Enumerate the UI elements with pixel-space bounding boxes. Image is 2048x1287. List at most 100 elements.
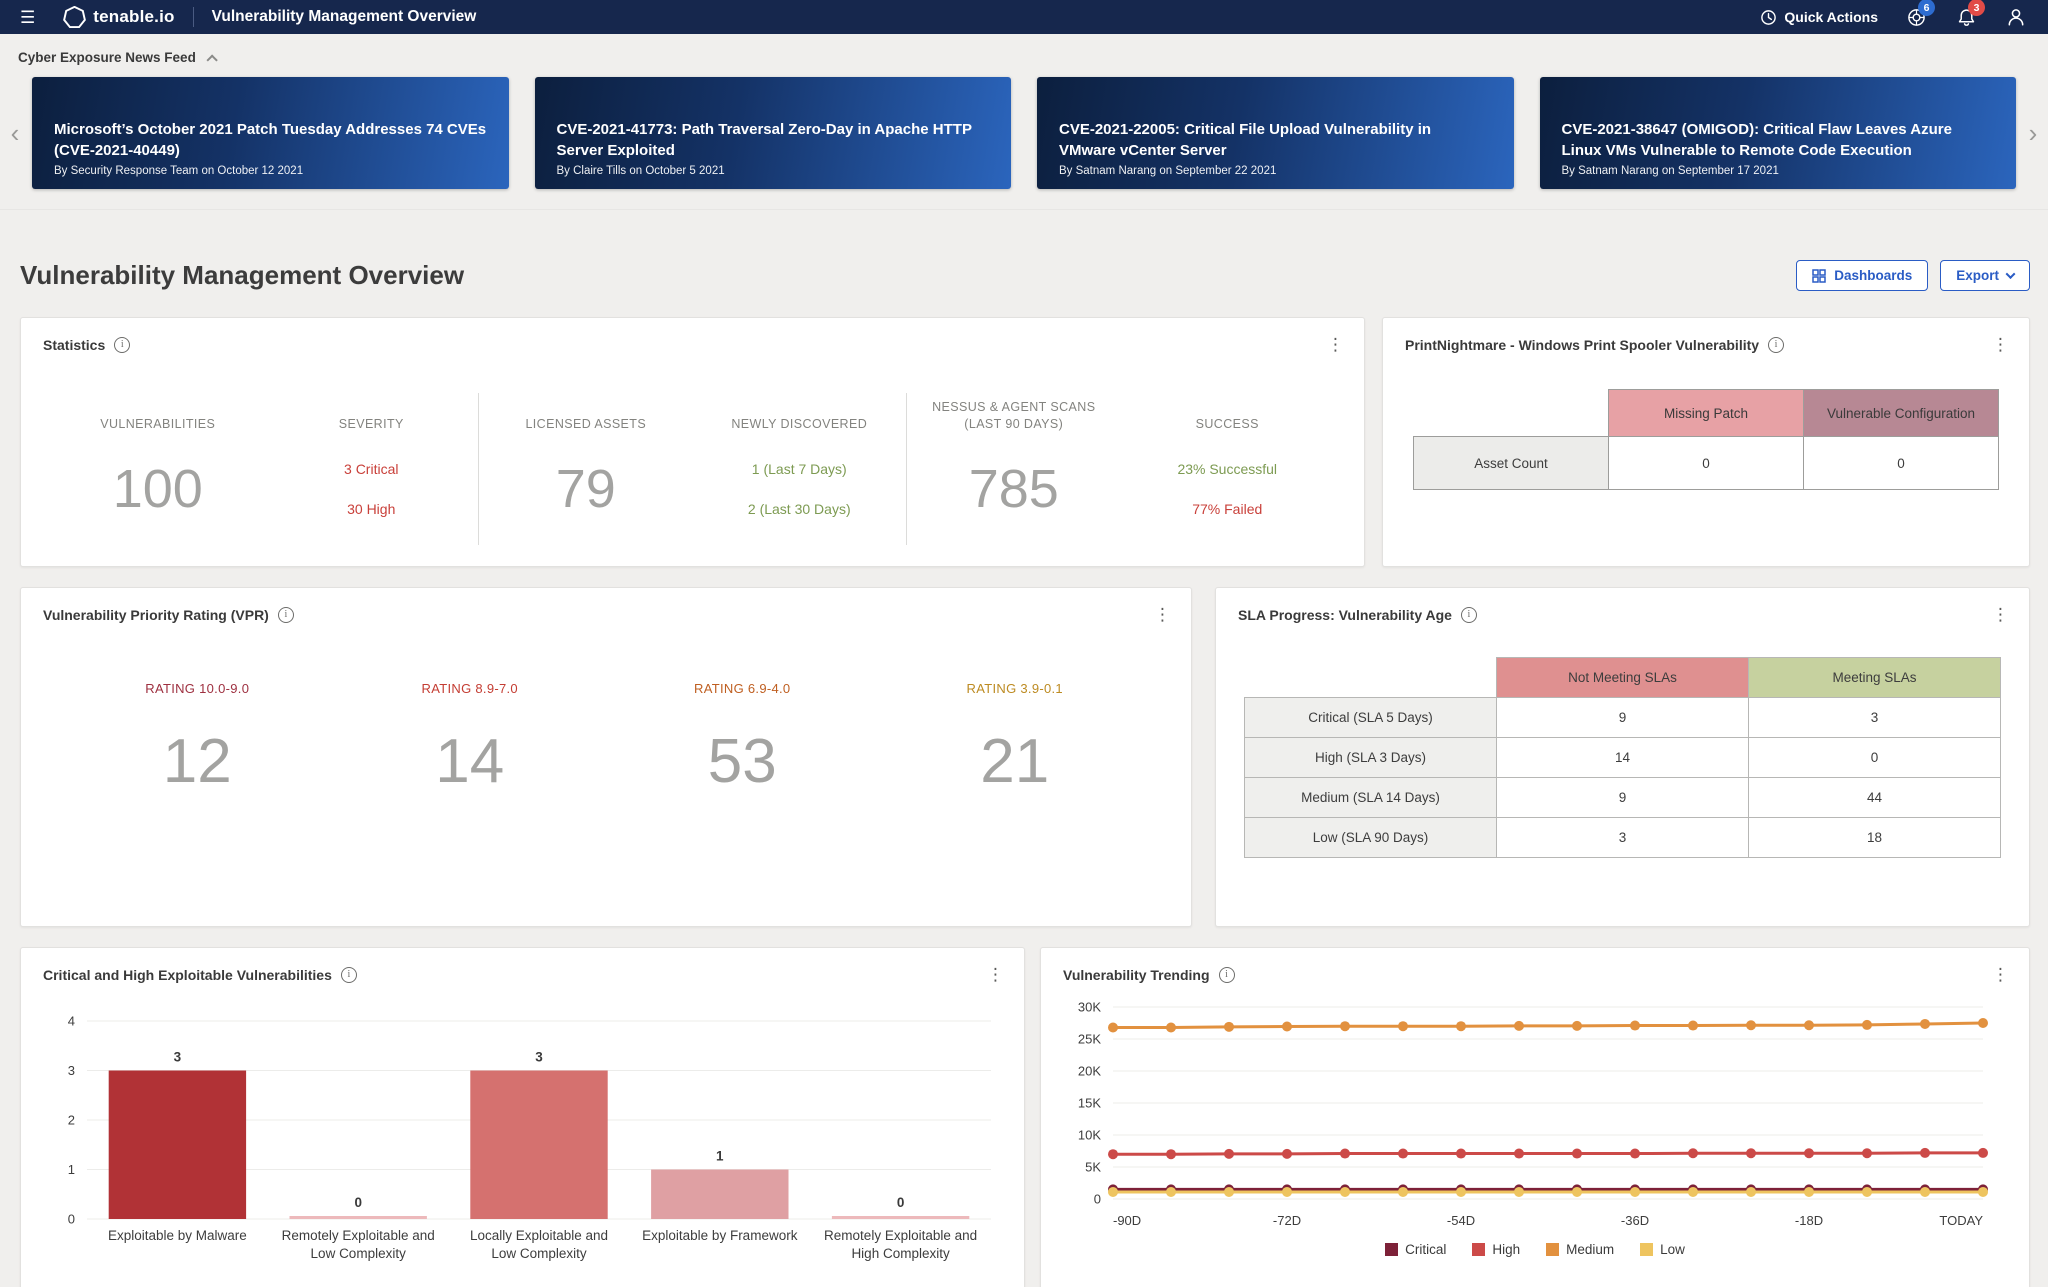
info-icon[interactable]: i	[1218, 966, 1235, 983]
news-feed-title: Cyber Exposure News Feed	[18, 50, 196, 65]
svg-text:-90D: -90D	[1113, 1213, 1141, 1228]
statistics-title: Statistics	[43, 336, 106, 353]
asset-count-vulnerable-configuration[interactable]: 0	[1803, 436, 1999, 490]
info-icon[interactable]: i	[1768, 336, 1785, 353]
news-card-byline: By Claire Tills on October 5 2021	[556, 165, 725, 177]
printnightmare-panel: PrintNightmare - Windows Print Spooler V…	[1382, 317, 2030, 567]
scans-failed-pct[interactable]: 77% Failed	[1192, 501, 1262, 517]
notifications-button[interactable]: 3	[1954, 0, 1985, 29]
vpr-rating-value[interactable]: 12	[163, 726, 232, 797]
news-card[interactable]: CVE-2021-22005: Critical File Upload Vul…	[1037, 77, 1514, 189]
quick-actions-button[interactable]: Quick Actions	[1760, 9, 1878, 26]
vpr-rating-6-4: RATING 6.9-4.0 53	[606, 681, 879, 797]
sla-table: Not Meeting SLAs Meeting SLAs Critical (…	[1244, 657, 2001, 858]
vpr-rating-label: RATING 6.9-4.0	[694, 681, 791, 696]
carousel-left-arrow[interactable]: ‹	[0, 118, 30, 149]
vuln-trending-title: Vulnerability Trending	[1063, 966, 1210, 983]
vpr-rating-value[interactable]: 53	[708, 726, 777, 797]
info-icon[interactable]: i	[1460, 606, 1477, 623]
sla-cell[interactable]: 0	[1748, 737, 2001, 778]
news-card[interactable]: CVE-2021-38647 (OMIGOD): Critical Flaw L…	[1539, 77, 2016, 189]
newly-discovered-7d[interactable]: 1 (Last 7 Days)	[752, 461, 847, 477]
svg-text:2: 2	[68, 1113, 75, 1128]
legend-swatch	[1640, 1243, 1654, 1256]
news-card[interactable]: CVE-2021-41773: Path Traversal Zero-Day …	[534, 77, 1011, 189]
sla-cell[interactable]: 14	[1496, 737, 1749, 778]
kebab-menu-icon[interactable]: ⋮	[1992, 966, 2009, 983]
collapse-chevron-icon[interactable]	[206, 53, 218, 66]
sla-cell[interactable]: 18	[1748, 817, 2001, 858]
svg-text:1: 1	[716, 1149, 724, 1164]
stat-success: SUCCESS 23% Successful 77% Failed	[1121, 393, 1335, 545]
news-card-title: CVE-2021-22005: Critical File Upload Vul…	[1059, 121, 1432, 159]
dashboards-button[interactable]: Dashboards	[1796, 260, 1929, 291]
column-header-vulnerable-configuration: Vulnerable Configuration	[1803, 389, 1999, 437]
page-title: Vulnerability Management Overview	[20, 260, 465, 290]
svg-text:-18D: -18D	[1795, 1213, 1823, 1228]
clock-icon	[1761, 9, 1777, 25]
row-label: Medium (SLA 14 Days)	[1244, 777, 1497, 818]
svg-text:Low Complexity: Low Complexity	[491, 1246, 587, 1261]
export-button[interactable]: Export	[1940, 260, 2030, 291]
stat-label: (LAST 90 DAYS)	[964, 417, 1064, 431]
table-row: Low (SLA 90 Days) 3 18	[1244, 817, 2001, 858]
scans-successful-pct[interactable]: 23% Successful	[1177, 461, 1277, 477]
kebab-menu-icon[interactable]: ⋮	[1154, 606, 1171, 623]
stat-value: 79	[555, 459, 616, 519]
info-icon[interactable]: i	[340, 966, 357, 983]
news-card-byline: By Satnam Narang on September 22 2021	[1059, 165, 1277, 177]
carousel-right-arrow[interactable]: ›	[2018, 118, 2048, 149]
sla-cell[interactable]: 44	[1748, 777, 2001, 818]
svg-text:Exploitable by Framework: Exploitable by Framework	[642, 1228, 798, 1243]
printnightmare-table: Missing Patch Vulnerable Configuration A…	[1413, 389, 1999, 490]
legend-item-medium: Medium	[1546, 1242, 1614, 1257]
info-icon[interactable]: i	[114, 336, 131, 353]
tenable-logo-icon	[63, 5, 87, 28]
sla-panel: SLA Progress: Vulnerability Age i ⋮ Not …	[1215, 587, 2030, 927]
brand-name: tenable.io	[93, 7, 175, 26]
svg-text:TODAY: TODAY	[1939, 1213, 1983, 1228]
severity-high-count[interactable]: 30 High	[347, 501, 395, 517]
svg-text:3: 3	[535, 1050, 543, 1065]
user-menu-button[interactable]	[2004, 5, 2028, 29]
vpr-rating-value[interactable]: 21	[980, 726, 1049, 797]
vpr-rating-3-0: RATING 3.9-0.1 21	[879, 681, 1152, 797]
stat-value: 100	[112, 459, 203, 519]
stat-label: NESSUS & AGENT SCANS	[932, 400, 1096, 414]
svg-text:Low Complexity: Low Complexity	[311, 1246, 407, 1261]
notifications-badge: 3	[1968, 0, 1985, 16]
column-header-meeting-slas: Meeting SLAs	[1748, 657, 2001, 698]
stat-label: VULNERABILITIES	[100, 417, 216, 431]
vpr-rating-value[interactable]: 14	[435, 726, 504, 797]
severity-critical-count[interactable]: 3 Critical	[344, 461, 398, 477]
user-icon	[2008, 9, 2024, 26]
kebab-menu-icon[interactable]: ⋮	[1992, 336, 2009, 353]
newly-discovered-30d[interactable]: 2 (Last 30 Days)	[748, 501, 851, 517]
sla-cell[interactable]: 3	[1748, 697, 2001, 738]
svg-text:15K: 15K	[1078, 1096, 1101, 1111]
kebab-menu-icon[interactable]: ⋮	[987, 966, 1004, 983]
news-card-title: CVE-2021-38647 (OMIGOD): Critical Flaw L…	[1561, 121, 1952, 159]
kebab-menu-icon[interactable]: ⋮	[1327, 336, 1344, 353]
sla-cell[interactable]: 9	[1496, 777, 1749, 818]
legend-label: Low	[1660, 1242, 1685, 1257]
sla-cell[interactable]: 9	[1496, 697, 1749, 738]
asset-count-missing-patch[interactable]: 0	[1608, 436, 1804, 490]
svg-text:Locally Exploitable and: Locally Exploitable and	[470, 1228, 608, 1243]
column-header-missing-patch: Missing Patch	[1608, 389, 1804, 437]
news-card[interactable]: Microsoft’s October 2021 Patch Tuesday A…	[32, 77, 509, 189]
exploitable-vulns-title: Critical and High Exploitable Vulnerabil…	[43, 966, 332, 983]
vpr-rating-label: RATING 3.9-0.1	[966, 681, 1063, 696]
export-button-label: Export	[1956, 268, 1999, 283]
brand[interactable]: tenable.io	[63, 5, 175, 29]
help-button[interactable]: 6	[1904, 0, 1935, 29]
vpr-rating-8-7: RATING 8.9-7.0 14	[334, 681, 607, 797]
kebab-menu-icon[interactable]: ⋮	[1992, 606, 2009, 623]
sla-cell[interactable]: 3	[1496, 817, 1749, 858]
legend-label: Critical	[1405, 1242, 1447, 1257]
vpr-title: Vulnerability Priority Rating (VPR)	[43, 606, 269, 623]
exploitable-vulns-panel: Critical and High Exploitable Vulnerabil…	[20, 947, 1025, 1287]
info-icon[interactable]: i	[277, 606, 294, 623]
hamburger-menu-icon[interactable]: ☰	[20, 9, 35, 26]
svg-text:-54D: -54D	[1447, 1213, 1475, 1228]
